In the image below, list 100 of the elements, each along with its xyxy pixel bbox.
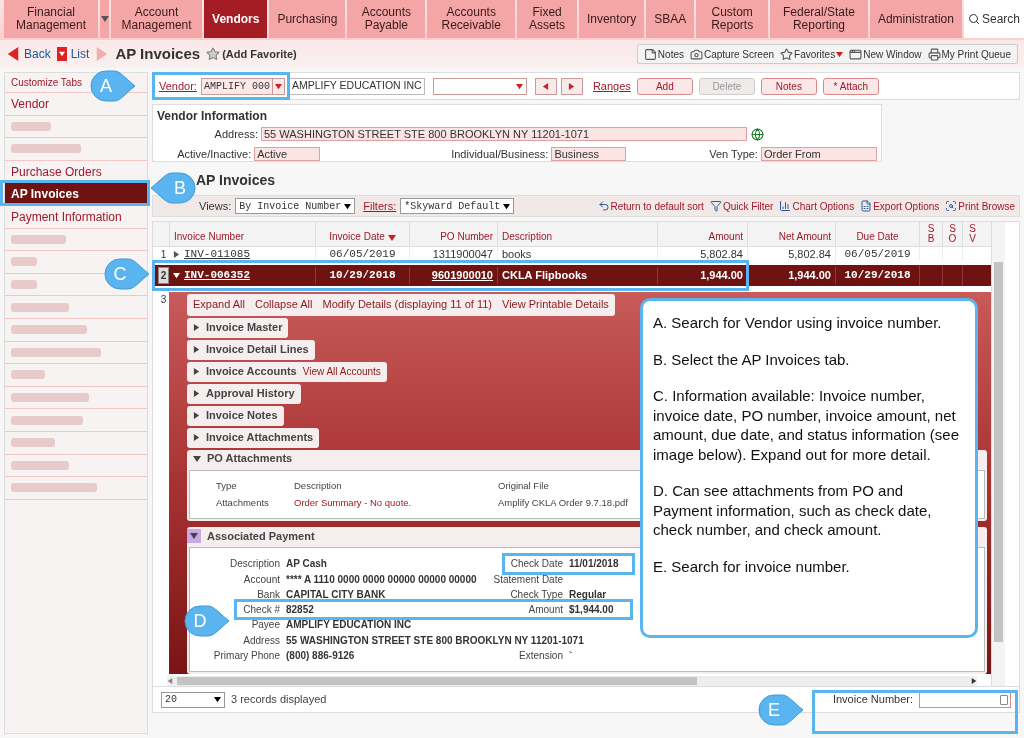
grid-action-link[interactable]: Export Options [860, 198, 940, 214]
note-text: A. Search for Vendor using invoice number. [653, 313, 943, 333]
invoice-link[interactable]: INV-006352 [184, 267, 250, 284]
table-cell-text: Attachments [216, 495, 269, 510]
column-header[interactable]: Description [497, 222, 657, 247]
action-button[interactable]: * Attach [822, 77, 879, 95]
column-header[interactable]: Net Amount [747, 222, 835, 247]
po-link[interactable]: 9601900010 [409, 267, 497, 284]
nav-tab[interactable]: Financial Management [4, 0, 99, 38]
grid-action-link[interactable]: Chart Options [779, 198, 855, 214]
column-header[interactable]: Invoice Date [315, 222, 409, 247]
field-value[interactable]: Business [551, 146, 627, 161]
note-text: E. Search for invoice number. [653, 556, 851, 576]
nav-tab[interactable]: SBAA [646, 0, 695, 38]
field-value: $1,944.00 [569, 603, 614, 618]
toolbar-button[interactable]: Notes [643, 46, 684, 62]
table-cell: 1,944.00 [657, 267, 747, 284]
nav-tab[interactable]: Federal/State Reporting [770, 0, 868, 38]
column-label: Type [216, 478, 237, 493]
callout-badge: D [184, 605, 230, 637]
customize-tabs-link[interactable]: Customize Tabs [11, 75, 82, 90]
section-toggle[interactable]: Invoice Attachments [187, 427, 320, 448]
invoice-link[interactable]: INV-011085 [184, 246, 250, 263]
views-label: Views: [199, 198, 232, 214]
field-value[interactable]: Order From [760, 146, 877, 161]
section-toggle[interactable]: Associated Payment [187, 527, 321, 546]
add-favorite-link[interactable]: (Add Favorite) [222, 45, 297, 63]
column-header[interactable]: Invoice Number [169, 222, 315, 247]
vendor-link[interactable]: Vendor: [159, 77, 197, 95]
toolbar-button[interactable]: New Window [849, 46, 922, 62]
views-dropdown[interactable]: By Invoice Number [235, 198, 356, 214]
nav-tab[interactable]: Purchasing [269, 0, 346, 38]
table-cell-text: Amplify CKLA Order 9.7.18.pdf [498, 495, 628, 510]
action-button[interactable]: Notes [760, 77, 817, 95]
column-header[interactable]: S V [962, 222, 982, 247]
column-header[interactable]: S O [942, 222, 962, 247]
search-button[interactable]: Search [963, 0, 1024, 38]
sidebar-tab[interactable]: Payment Information [5, 205, 147, 229]
nav-tab[interactable]: Administration [869, 0, 962, 38]
toolbar-button[interactable]: Capture Screen [690, 46, 775, 62]
note-text: C. Information available: Invoice number, invoice date, PO number, invoice amount, net amount, due date, and status information (see image below). Expand out for more detail. [653, 386, 961, 464]
toolbar-button[interactable]: My Print Queue [927, 46, 1011, 62]
grid-action-link[interactable]: Print Browse [945, 198, 1015, 214]
row-number: 1 [159, 247, 168, 262]
detail-link[interactable]: Modify Details (displaying 11 of 11) [322, 296, 493, 313]
field-label: Statement Date [493, 572, 563, 587]
detail-link[interactable]: Expand All [193, 296, 245, 313]
column-header[interactable]: PO Number [409, 222, 497, 247]
address-field[interactable]: 55 WASHINGTON STREET STE 800 BROOKLYN NY 11201-1071 [261, 127, 747, 142]
nav-tab[interactable]: Account Management [111, 0, 203, 38]
vendor-code-dropdown[interactable]: AMPLIFY 000 [200, 77, 285, 95]
filter-dropdown[interactable]: *Skyward Default [400, 198, 515, 214]
table-cell: 5,802.84 [747, 246, 835, 263]
section-toggle[interactable]: Invoice Notes [187, 405, 284, 426]
grid-action-link[interactable]: Quick Filter [709, 198, 774, 214]
nav-tab[interactable]: Fixed Assets [517, 0, 577, 38]
field-value[interactable]: Active [254, 146, 320, 161]
section-toggle[interactable]: PO Attachments [187, 449, 299, 468]
toolbar-button[interactable]: Favorites [780, 46, 844, 62]
action-button[interactable]: Add [636, 77, 693, 95]
nav-tab[interactable]: Accounts Payable [347, 0, 426, 38]
view-accounts-link[interactable]: View All Accounts [302, 364, 381, 380]
vendor-name-field[interactable]: AMPLIFY EDUCATION INC [288, 77, 425, 95]
table-cell: 10/29/2018 [835, 267, 919, 284]
nav-tab[interactable]: Inventory [578, 0, 645, 38]
ranges-link[interactable]: Ranges [592, 77, 631, 95]
detail-link[interactable]: View Printable Details [502, 296, 609, 313]
table-cell: CKLA Flipbooks [497, 267, 657, 284]
field-label: Payee [251, 618, 280, 633]
page-size-dropdown[interactable]: 20 [161, 691, 225, 708]
table-cell: 06/05/2019 [835, 246, 919, 263]
column-header[interactable]: S B [919, 222, 942, 247]
callout-badge: E [758, 694, 804, 726]
section-toggle[interactable]: Invoice Accounts View All Accounts [187, 361, 387, 382]
filters-link[interactable]: Filters: [363, 197, 397, 215]
section-toggle[interactable]: Invoice Detail Lines [187, 339, 315, 360]
section-heading: Vendor Information [157, 108, 267, 125]
nav-tab[interactable]: Vendors [204, 0, 268, 38]
grid-action-link[interactable]: Return to default sort [597, 198, 704, 214]
field-label: Ven Type: [708, 146, 759, 162]
detail-link[interactable]: Collapse All [255, 296, 313, 313]
field-value: **** A 1110 0000 0000 00000 00000 00000 [286, 572, 477, 587]
section-toggle[interactable]: Invoice Master [187, 317, 289, 338]
field-value: 82852 [286, 603, 314, 618]
nav-tab[interactable]: Accounts Receivable [427, 0, 516, 38]
table-cell-text: Order Summary - No quote. [294, 495, 412, 510]
nav-tab[interactable]: Custom Reports [696, 0, 769, 38]
po-link[interactable]: 1311900047 [409, 246, 497, 263]
field-value: (800) 886-9126 [286, 649, 355, 663]
back-link[interactable]: Back [24, 45, 51, 63]
list-link[interactable]: List [70, 45, 90, 63]
column-header[interactable]: Due Date [835, 222, 919, 247]
sidebar-tab[interactable]: AP Invoices [5, 183, 147, 206]
column-header[interactable]: Amount [657, 222, 747, 247]
field-value: ` [569, 649, 573, 663]
field-label: Extension [519, 649, 563, 663]
field-label: Description [229, 557, 280, 572]
section-toggle[interactable]: Approval History [187, 383, 301, 404]
field-label: Primary Phone [213, 649, 280, 663]
field-label: Check Type [510, 587, 563, 602]
